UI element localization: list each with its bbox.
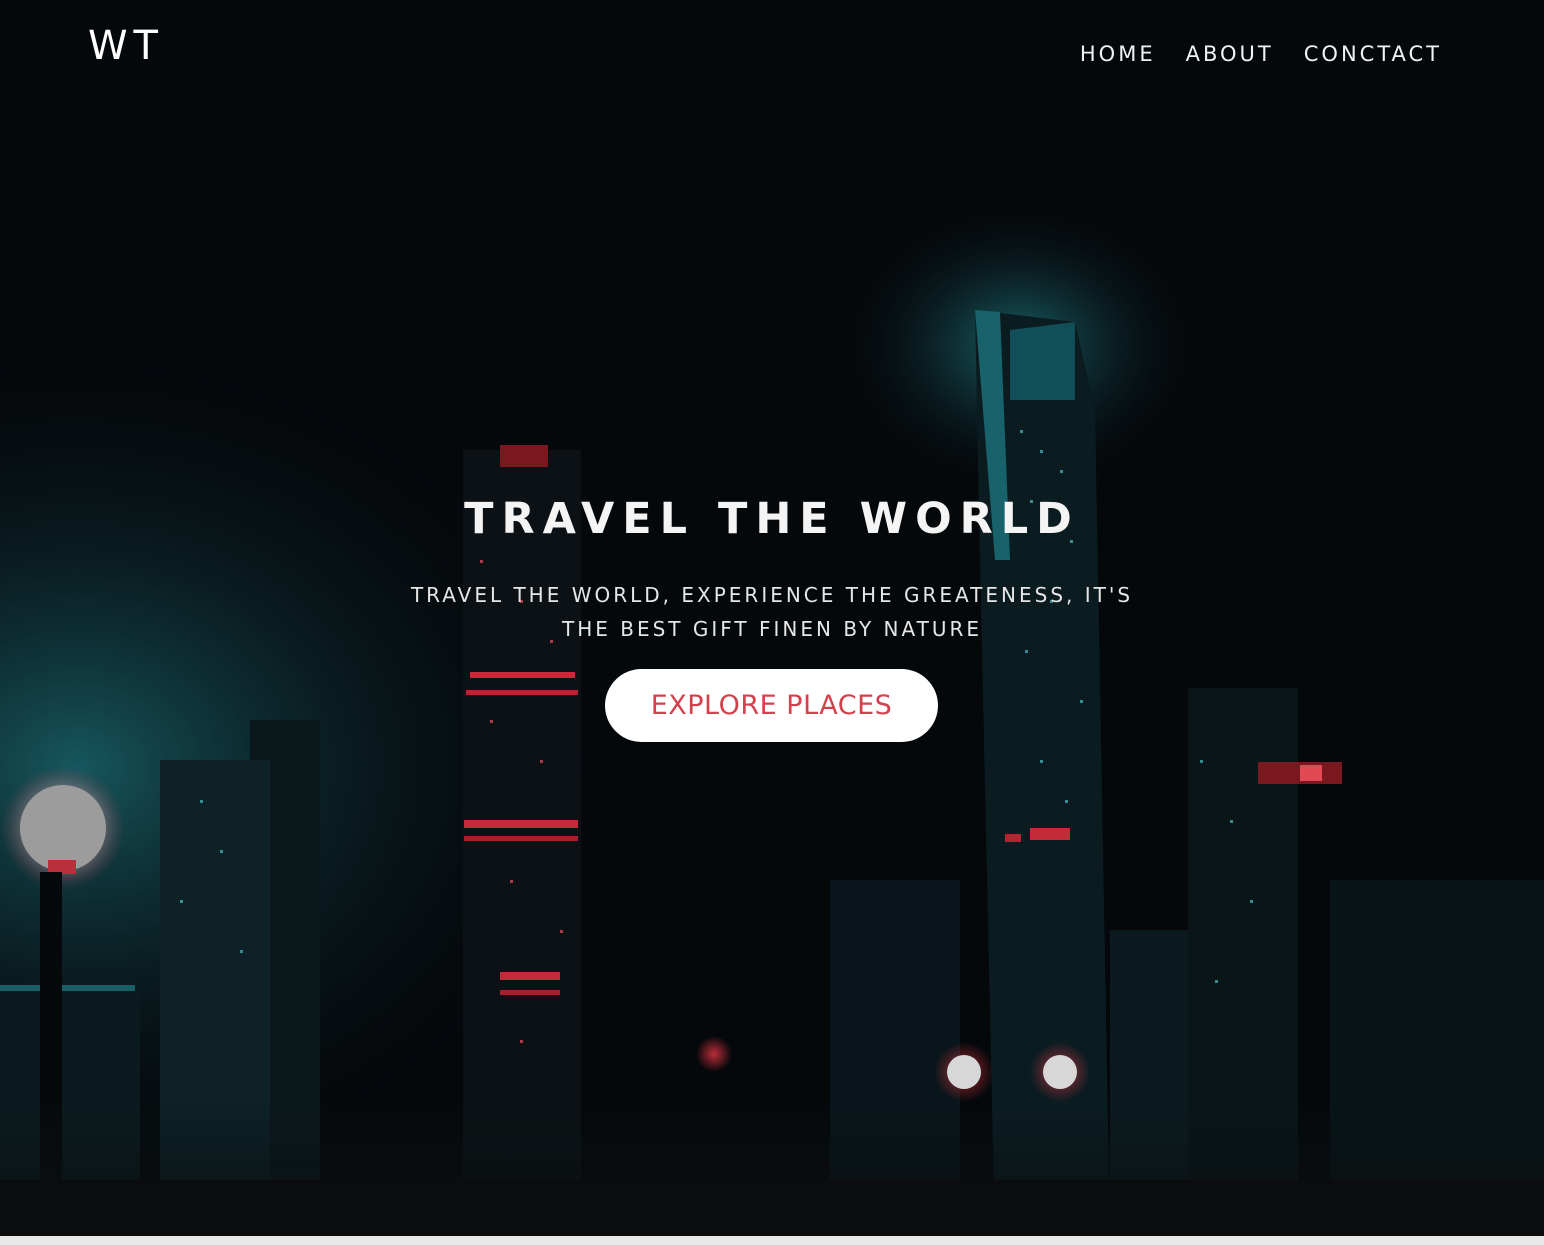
nav-contact-link[interactable]: CONCTACT	[1304, 42, 1442, 66]
hero-subtitle-line-2: THE BEST GIFT FINEN BY NATURE	[562, 617, 982, 641]
nav-home-link[interactable]: HOME	[1080, 42, 1156, 66]
page-bottom-edge	[0, 1236, 1544, 1245]
nav-about-link[interactable]: ABOUT	[1186, 42, 1274, 66]
hero-title: TRAVEL THE WORLD	[464, 494, 1080, 544]
main-nav: HOME ABOUT CONCTACT	[1080, 42, 1442, 66]
hero-section: WT HOME ABOUT CONCTACT TRAVEL THE WORLD …	[0, 0, 1544, 1236]
brand-logo[interactable]: WT	[88, 26, 164, 66]
hero-subtitle-line-1: TRAVEL THE WORLD, EXPERIENCE THE GREATEN…	[410, 583, 1134, 607]
explore-places-button[interactable]: EXPLORE PLACES	[605, 669, 938, 742]
hero-subtitle: TRAVEL THE WORLD, EXPERIENCE THE GREATEN…	[392, 578, 1152, 646]
teal-skyscraper	[975, 310, 1110, 1236]
